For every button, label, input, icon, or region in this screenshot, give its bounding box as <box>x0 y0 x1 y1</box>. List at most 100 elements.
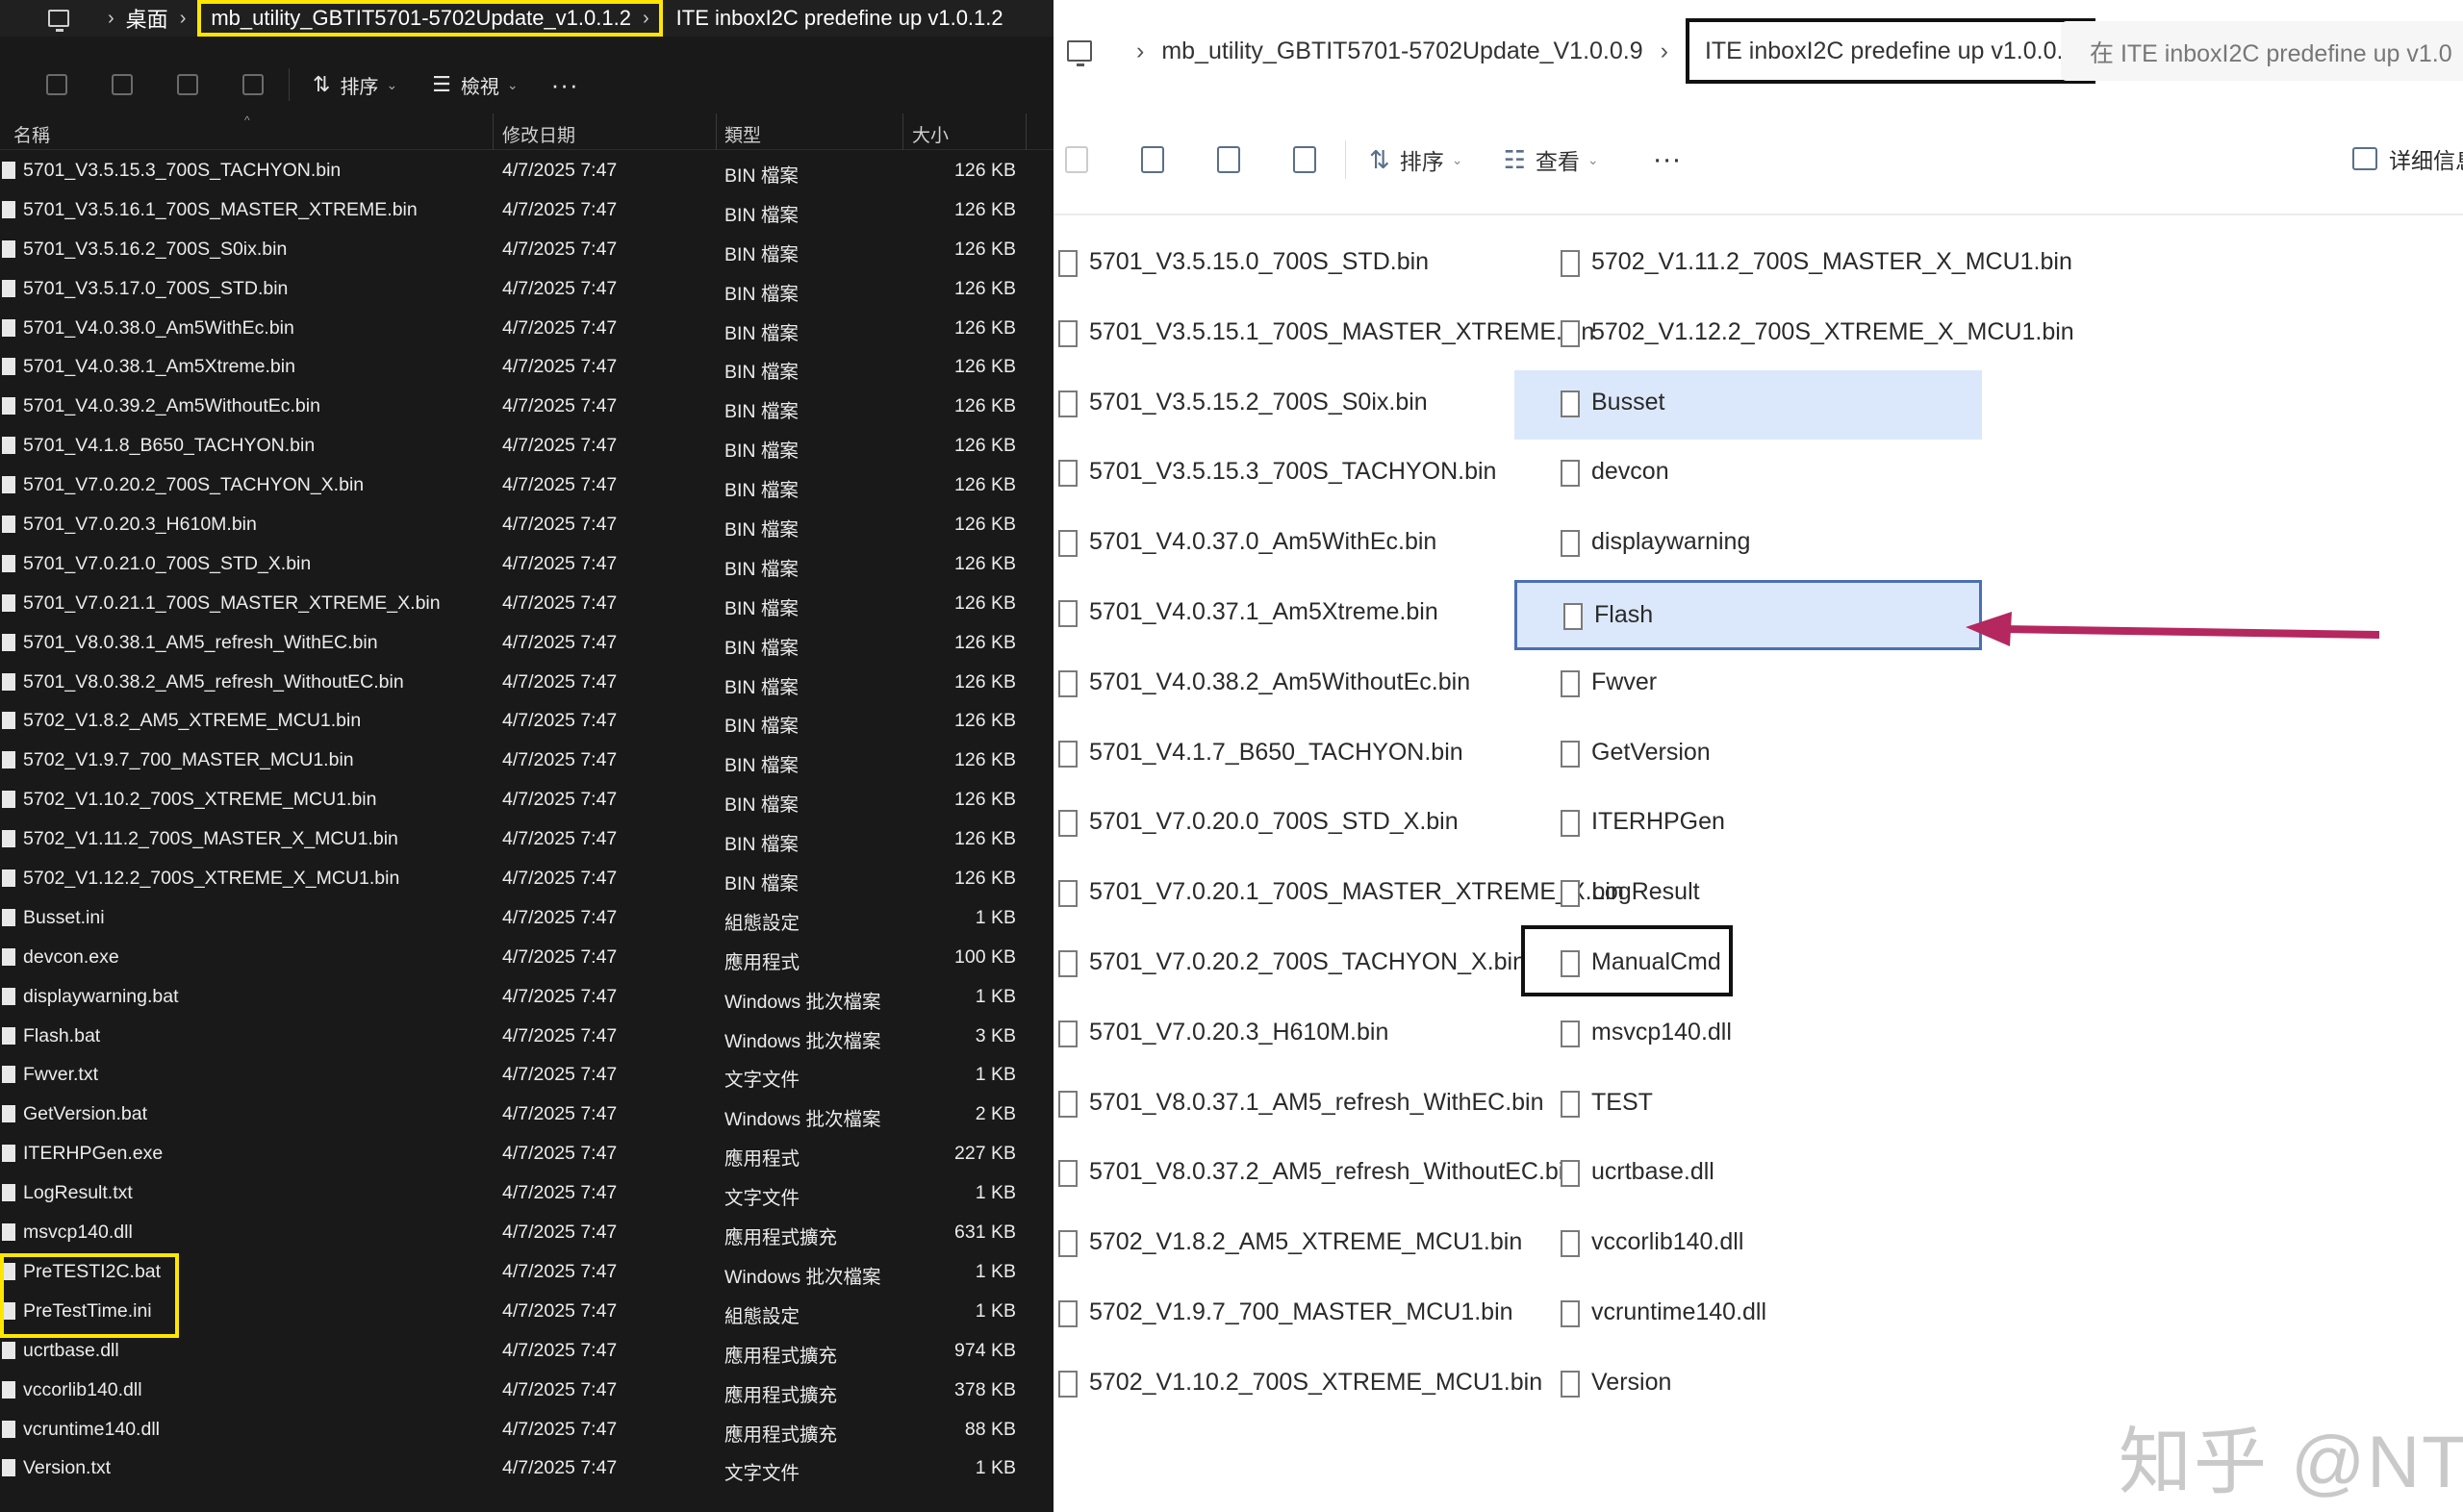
file-row[interactable]: PreTestTime.ini 4/7/2025 7:47 組態設定 1 KB <box>0 1292 1054 1331</box>
file-item[interactable]: 5702_V1.11.2_700S_MASTER_X_MCU1.bin <box>1514 230 2072 300</box>
breadcrumb-utility-folder[interactable]: mb_utility_GBTIT5701-5702Update_v1.0.1.2… <box>197 0 663 37</box>
file-row[interactable]: devcon.exe 4/7/2025 7:47 應用程式 100 KB <box>0 938 1054 977</box>
file-item[interactable]: 5701_V3.5.15.3_700S_TACHYON.bin <box>1054 440 1521 510</box>
file-row[interactable]: 5701_V7.0.20.3_H610M.bin 4/7/2025 7:47 BIN… <box>0 505 1054 544</box>
file-item[interactable]: devcon <box>1514 440 1982 510</box>
file-row[interactable]: 5701_V3.5.16.2_700S_S0ix.bin 4/7/2025 7:4… <box>0 230 1054 269</box>
this-pc-icon[interactable] <box>1067 40 1092 66</box>
file-row[interactable]: ITERHPGen.exe 4/7/2025 7:47 應用程式 227 KB <box>0 1134 1054 1173</box>
share-icon[interactable] <box>1217 146 1240 173</box>
breadcrumb-utility-folder[interactable]: mb_utility_GBTIT5701-5702Update_V1.0.0.9 <box>1161 38 1642 65</box>
column-divider[interactable] <box>493 113 494 150</box>
file-item[interactable]: Flash <box>1514 579 1982 650</box>
file-row[interactable]: PreTESTI2C.bat 4/7/2025 7:47 Windows 批次檔案 1… <box>0 1252 1054 1292</box>
file-row[interactable]: 5701_V4.0.39.2_Am5WithoutEc.bin 4/7/2025 … <box>0 387 1054 426</box>
file-item[interactable]: 5701_V8.0.37.1_AM5_refresh_WithEC.bin <box>1054 1071 1544 1141</box>
view-button[interactable]: ☰ 檢視 ⌄ <box>432 71 518 99</box>
file-item[interactable]: 5701_V7.0.20.1_700S_MASTER_XTREME_X.bin <box>1054 860 1624 930</box>
file-row[interactable]: 5702_V1.12.2_700S_XTREME_X_MCU1.bin 4/7/2… <box>0 859 1054 898</box>
breadcrumb-current-folder[interactable]: ITE inboxI2C predefine up v1.0.0.9 <box>1685 18 2096 84</box>
file-row[interactable]: ucrtbase.dll 4/7/2025 7:47 應用程式擴充 974 KB <box>0 1331 1054 1371</box>
file-item[interactable]: 5701_V4.1.7_B650_TACHYON.bin <box>1054 720 1521 791</box>
column-header-type[interactable]: 類型 <box>724 121 761 147</box>
file-item[interactable]: 5702_V1.8.2_AM5_XTREME_MCU1.bin <box>1054 1210 1522 1280</box>
file-row[interactable]: 5701_V4.0.38.1_Am5Xtreme.bin 4/7/2025 7:4… <box>0 347 1054 387</box>
column-header-name[interactable]: 名稱 <box>13 121 50 147</box>
copy-icon[interactable] <box>46 74 67 95</box>
file-item[interactable]: 5701_V7.0.20.0_700S_STD_X.bin <box>1054 790 1521 860</box>
delete-icon[interactable] <box>1293 146 1316 173</box>
file-row[interactable]: 5701_V8.0.38.1_AM5_refresh_WithEC.bin 4/7… <box>0 623 1054 663</box>
file-row[interactable]: 5701_V7.0.20.2_700S_TACHYON_X.bin 4/7/202… <box>0 466 1054 505</box>
file-row[interactable]: Version.txt 4/7/2025 7:47 文字文件 1 KB <box>0 1449 1054 1488</box>
cut-icon[interactable] <box>1065 146 1088 173</box>
address-bar[interactable]: › 桌面 › mb_utility_GBTIT5701-5702Update_v… <box>0 0 1054 37</box>
file-item[interactable]: 5701_V3.5.15.2_700S_S0ix.bin <box>1054 370 1521 441</box>
file-row[interactable]: 5701_V4.1.8_B650_TACHYON.bin 4/7/2025 7:4… <box>0 426 1054 466</box>
share-icon[interactable] <box>177 74 198 95</box>
file-item[interactable]: 5701_V3.5.15.0_700S_STD.bin <box>1054 230 1521 300</box>
file-item[interactable]: 5701_V7.0.20.3_H610M.bin <box>1054 1000 1521 1071</box>
file-row[interactable]: vccorlib140.dll 4/7/2025 7:47 應用程式擴充 378 KB <box>0 1371 1054 1410</box>
file-row[interactable]: 5701_V3.5.17.0_700S_STD.bin 4/7/2025 7:47… <box>0 269 1054 309</box>
file-item[interactable]: ITERHPGen <box>1514 790 1982 860</box>
file-item[interactable]: 5701_V4.0.37.1_Am5Xtreme.bin <box>1054 580 1521 650</box>
file-row[interactable]: 5702_V1.11.2_700S_MASTER_X_MCU1.bin 4/7/2… <box>0 819 1054 859</box>
file-row[interactable]: GetVersion.bat 4/7/2025 7:47 Windows 批次檔案 2… <box>0 1095 1054 1134</box>
file-item[interactable]: displaywarning <box>1514 510 1982 580</box>
rename-icon[interactable] <box>112 74 133 95</box>
file-item[interactable]: 5702_V1.10.2_700S_XTREME_MCU1.bin <box>1054 1350 1542 1421</box>
sort-button[interactable]: ⇅ 排序 ⌄ <box>1369 143 1463 176</box>
file-item[interactable]: 5701_V7.0.20.2_700S_TACHYON_X.bin <box>1054 930 1526 1000</box>
column-header-size[interactable]: 大小 <box>912 121 949 147</box>
file-row[interactable]: 5701_V4.0.38.0_Am5WithEc.bin 4/7/2025 7:4… <box>0 309 1054 348</box>
file-row[interactable]: 5701_V8.0.38.2_AM5_refresh_WithoutEC.bin… <box>0 663 1054 702</box>
file-row[interactable]: 5701_V3.5.16.1_700S_MASTER_XTREME.bin 4/7… <box>0 190 1054 230</box>
column-divider[interactable] <box>902 113 903 150</box>
file-row[interactable]: 5702_V1.10.2_700S_XTREME_MCU1.bin 4/7/202… <box>0 780 1054 819</box>
file-row[interactable]: msvcp140.dll 4/7/2025 7:47 應用程式擴充 631 KB <box>0 1213 1054 1252</box>
column-divider[interactable] <box>716 113 717 150</box>
file-item[interactable]: GetVersion <box>1514 720 1982 791</box>
details-pane-button[interactable]: 详细信息 <box>2352 142 2463 175</box>
file-item[interactable]: vcruntime140.dll <box>1514 1280 1982 1350</box>
column-divider[interactable] <box>1026 113 1027 150</box>
file-row[interactable]: 5701_V7.0.21.0_700S_STD_X.bin 4/7/2025 7:… <box>0 544 1054 584</box>
file-item[interactable]: msvcp140.dll <box>1514 1000 1982 1071</box>
column-header-date[interactable]: 修改日期 <box>502 121 575 147</box>
file-row[interactable]: 5702_V1.9.7_700_MASTER_MCU1.bin 4/7/2025 … <box>0 741 1054 780</box>
file-item[interactable]: Busset <box>1514 369 1982 441</box>
delete-icon[interactable] <box>242 74 264 95</box>
file-item[interactable]: ManualCmd <box>1514 930 1982 1000</box>
file-item[interactable]: 5702_V1.9.7_700_MASTER_MCU1.bin <box>1054 1280 1521 1350</box>
file-item[interactable]: 5701_V4.0.38.2_Am5WithoutEc.bin <box>1054 650 1521 720</box>
more-options-button[interactable]: ··· <box>551 70 579 100</box>
sort-button[interactable]: ⇅ 排序 ⌄ <box>313 71 397 99</box>
file-row[interactable]: Fwver.txt 4/7/2025 7:47 文字文件 1 KB <box>0 1055 1054 1095</box>
breadcrumb-current-folder[interactable]: ITE inboxI2C predefine up v1.0.1.2 <box>676 6 1003 31</box>
breadcrumb-desktop[interactable]: 桌面 <box>126 3 168 34</box>
file-item[interactable]: ucrtbase.dll <box>1514 1140 1982 1210</box>
this-pc-icon[interactable] <box>48 10 69 32</box>
file-item[interactable]: 5702_V1.12.2_700S_XTREME_X_MCU1.bin <box>1514 300 2074 370</box>
file-row[interactable]: 5701_V7.0.21.1_700S_MASTER_XTREME_X.bin 4… <box>0 584 1054 623</box>
search-input[interactable]: 在 ITE inboxI2C predefine up v1.0 <box>2061 21 2463 81</box>
rename-icon[interactable] <box>1141 146 1164 173</box>
file-row[interactable]: LogResult.txt 4/7/2025 7:47 文字文件 1 KB <box>0 1173 1054 1213</box>
file-row[interactable]: 5702_V1.8.2_AM5_XTREME_MCU1.bin 4/7/2025 … <box>0 701 1054 741</box>
file-item[interactable]: 5701_V8.0.37.2_AM5_refresh_WithoutEC.bin <box>1054 1140 1577 1210</box>
file-item[interactable]: Fwver <box>1514 650 1982 720</box>
file-item[interactable]: TEST <box>1514 1071 1982 1141</box>
file-item[interactable]: 5701_V3.5.15.1_700S_MASTER_XTREME.bin <box>1054 300 1594 370</box>
view-button[interactable]: ☷ 查看 ⌄ <box>1504 143 1599 176</box>
file-item[interactable]: 5701_V4.0.37.0_Am5WithEc.bin <box>1054 510 1521 580</box>
file-row[interactable]: 5701_V3.5.15.3_700S_TACHYON.bin 4/7/2025 … <box>0 151 1054 190</box>
file-row[interactable]: Busset.ini 4/7/2025 7:47 組態設定 1 KB <box>0 898 1054 938</box>
file-item[interactable]: Version <box>1514 1350 1982 1421</box>
file-item[interactable]: vccorlib140.dll <box>1514 1210 1982 1280</box>
file-row[interactable]: Flash.bat 4/7/2025 7:47 Windows 批次檔案 3 KB <box>0 1017 1054 1056</box>
file-row[interactable]: displaywarning.bat 4/7/2025 7:47 Windows 批… <box>0 977 1054 1017</box>
more-options-button[interactable]: ··· <box>1653 143 1682 176</box>
file-row[interactable]: vcruntime140.dll 4/7/2025 7:47 應用程式擴充 88 KB <box>0 1410 1054 1449</box>
file-item[interactable]: LogResult <box>1514 860 1982 930</box>
